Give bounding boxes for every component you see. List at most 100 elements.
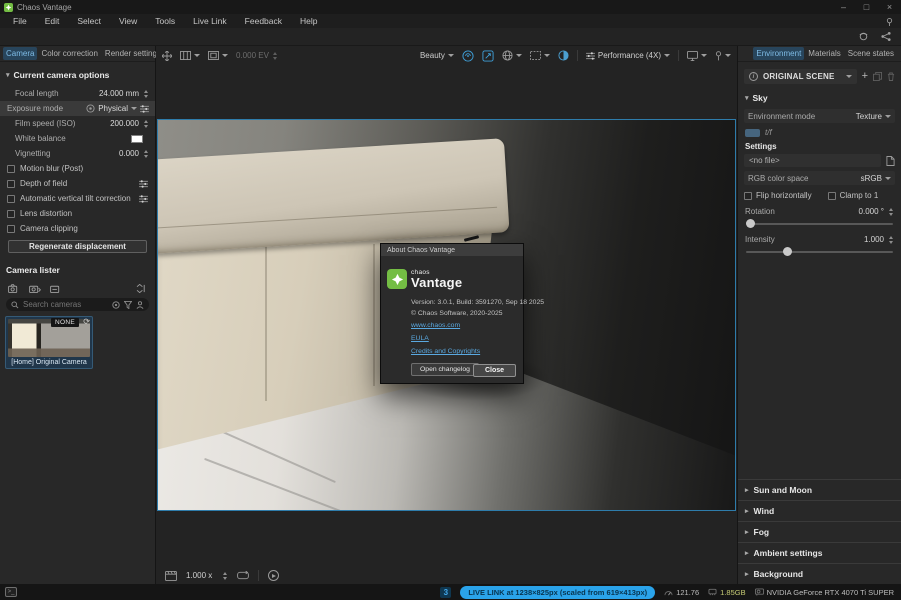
close-dialog-button[interactable]: Close: [473, 364, 516, 377]
depth-of-field-checkbox[interactable]: [7, 180, 15, 188]
menu-file[interactable]: File: [4, 16, 36, 26]
minimize-button[interactable]: –: [832, 0, 855, 14]
intensity-stepper[interactable]: [887, 236, 894, 244]
tab-color-correction[interactable]: Color correction: [38, 47, 100, 60]
dof-settings-icon[interactable]: [139, 180, 148, 188]
open-changelog-button[interactable]: Open changelog: [411, 363, 479, 376]
live-link-status[interactable]: LIVE LINK at 1238×825px (scaled from 619…: [460, 586, 655, 599]
rotation-value[interactable]: 0.000 °: [859, 207, 884, 216]
intensity-value[interactable]: 1.000: [864, 235, 884, 244]
performance-mode-dropdown[interactable]: Performance (4X): [586, 51, 670, 60]
add-scene-state-icon[interactable]: +: [862, 71, 868, 82]
focal-length-value[interactable]: 24.000 mm: [99, 89, 139, 98]
play-button[interactable]: [268, 570, 279, 581]
pin-view-dropdown[interactable]: [715, 51, 731, 61]
tab-camera[interactable]: Camera: [3, 47, 37, 60]
scene-state-dropdown[interactable]: i ORIGINAL SCENE: [744, 69, 857, 84]
vignetting-value[interactable]: 0.000: [119, 149, 139, 158]
flip-horizontally-checkbox[interactable]: [744, 192, 752, 200]
sky-section-header[interactable]: ▾ Sky: [738, 84, 901, 107]
tab-materials[interactable]: Materials: [805, 47, 843, 60]
current-camera-options-header[interactable]: ▾ Current camera options: [0, 62, 155, 86]
intensity-slider-knob[interactable]: [783, 247, 792, 256]
menu-edit[interactable]: Edit: [36, 16, 69, 26]
user-cameras-icon[interactable]: [136, 301, 144, 309]
camera-add-icon[interactable]: [8, 284, 20, 293]
search-input[interactable]: [23, 300, 108, 309]
texture-slot-icon[interactable]: [745, 129, 760, 137]
close-button[interactable]: ×: [878, 0, 901, 14]
auto-tilt-checkbox[interactable]: [7, 195, 15, 203]
menu-help[interactable]: Help: [291, 16, 326, 26]
upscale-icon[interactable]: [482, 50, 494, 62]
camera-refresh-icon[interactable]: ⟳: [83, 318, 90, 326]
cosmos-icon[interactable]: [858, 31, 869, 42]
rotation-slider[interactable]: [746, 219, 893, 228]
section-background[interactable]: ▸ Background: [738, 563, 901, 584]
section-sun-and-moon[interactable]: ▸ Sun and Moon: [738, 479, 901, 500]
credits-link[interactable]: Credits and Copyrights: [411, 349, 480, 356]
collaboration-icon[interactable]: [880, 31, 892, 42]
pin-panel-icon[interactable]: [885, 17, 894, 26]
ev-stepper[interactable]: [272, 52, 279, 60]
eula-link[interactable]: EULA: [411, 336, 429, 343]
exposure-compensation[interactable]: 0.000 EV: [236, 51, 279, 60]
denoiser-icon[interactable]: [462, 50, 474, 62]
section-ambient-settings[interactable]: ▸ Ambient settings: [738, 542, 901, 563]
tab-environment[interactable]: Environment: [753, 47, 804, 60]
camera-card[interactable]: NONE ⟳ [Home] Original Camera: [5, 316, 93, 369]
vignetting-stepper[interactable]: [142, 150, 149, 158]
loop-icon[interactable]: [237, 571, 249, 580]
delete-scene-state-icon[interactable]: [887, 72, 895, 81]
camera-update-icon[interactable]: [29, 284, 41, 293]
tilt-settings-icon[interactable]: [139, 195, 148, 203]
duplicate-scene-state-icon[interactable]: [873, 72, 882, 81]
region-render-dropdown[interactable]: [530, 51, 550, 60]
contrast-icon[interactable]: [558, 50, 569, 61]
browse-file-icon[interactable]: [886, 156, 895, 166]
environment-view-dropdown[interactable]: [502, 50, 522, 61]
camera-clipping-checkbox[interactable]: [7, 225, 15, 233]
section-fog[interactable]: ▸ Fog: [738, 521, 901, 542]
exposure-mode-value[interactable]: Physical: [98, 104, 128, 113]
playback-speed-stepper[interactable]: [221, 572, 228, 580]
collapse-all-icon[interactable]: [136, 284, 147, 293]
lens-distortion-checkbox[interactable]: [7, 210, 15, 218]
function-icon[interactable]: t/f: [765, 128, 772, 137]
console-icon[interactable]: >_: [5, 587, 17, 597]
film-speed-value[interactable]: 200.000: [110, 119, 139, 128]
rotation-stepper[interactable]: [887, 208, 894, 216]
exact-match-icon[interactable]: [112, 301, 120, 309]
exposure-settings-icon[interactable]: [140, 105, 149, 113]
playback-speed-value[interactable]: 1.000 x: [186, 571, 212, 580]
maximize-button[interactable]: □: [855, 0, 878, 14]
safe-frame-dropdown[interactable]: [208, 51, 228, 60]
viewport-ratio-dropdown[interactable]: [180, 51, 200, 60]
chaos-website-link[interactable]: www.chaos.com: [411, 323, 460, 330]
rgb-color-space-value[interactable]: sRGB: [861, 174, 882, 183]
motion-blur-checkbox[interactable]: [7, 165, 15, 173]
clamp-to-1-checkbox[interactable]: [828, 192, 836, 200]
tab-scene-states[interactable]: Scene states: [845, 47, 897, 60]
focal-length-stepper[interactable]: [142, 90, 149, 98]
render-element-dropdown[interactable]: Beauty: [420, 51, 454, 60]
rotation-slider-knob[interactable]: [746, 219, 755, 228]
environment-mode-value[interactable]: Texture: [856, 112, 882, 121]
tab-render-settings[interactable]: Render settings: [102, 47, 164, 60]
regenerate-displacement-button[interactable]: Regenerate displacement: [8, 240, 147, 253]
filter-icon[interactable]: [124, 301, 132, 309]
menu-view[interactable]: View: [110, 16, 146, 26]
menu-tools[interactable]: Tools: [146, 16, 184, 26]
section-wind[interactable]: ▸ Wind: [738, 500, 901, 521]
environment-file-input[interactable]: <no file>: [744, 154, 881, 167]
display-dropdown[interactable]: [687, 51, 707, 61]
film-speed-stepper[interactable]: [142, 120, 149, 128]
clapper-icon[interactable]: [165, 571, 177, 581]
pan-mode-icon[interactable]: [162, 51, 172, 61]
intensity-slider[interactable]: [746, 247, 893, 256]
menu-select[interactable]: Select: [68, 16, 110, 26]
camera-delete-icon[interactable]: [50, 284, 62, 293]
white-balance-swatch[interactable]: [131, 135, 143, 143]
menu-live-link[interactable]: Live Link: [184, 16, 236, 26]
menu-feedback[interactable]: Feedback: [236, 16, 291, 26]
